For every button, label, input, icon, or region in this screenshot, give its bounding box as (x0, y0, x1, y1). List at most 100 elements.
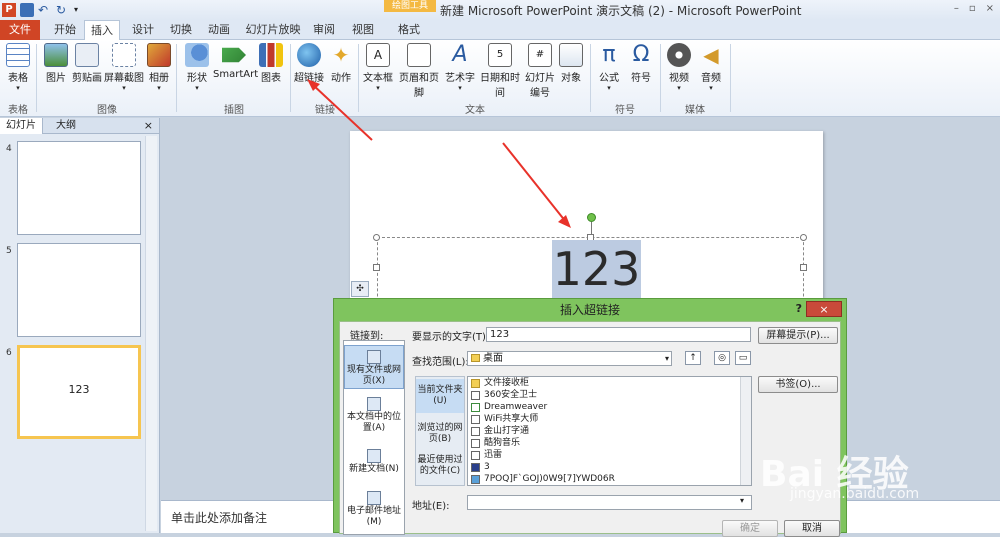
chart-icon (259, 43, 283, 67)
list-item[interactable]: 360安全卫士 (468, 389, 751, 401)
symbol-button[interactable]: Ω 符号 (628, 43, 654, 85)
wordart-button[interactable]: A 艺术字 ▾ (444, 43, 476, 93)
look-in-select[interactable]: 桌面 ▾ (467, 351, 672, 366)
chevron-down-icon[interactable]: ▾ (665, 352, 669, 365)
close-icon[interactable]: × (806, 301, 842, 317)
table-icon (6, 43, 30, 67)
list-item[interactable]: 酷狗音乐 (468, 437, 751, 449)
recent-files-item[interactable]: 最近使用过的文件(C) (416, 453, 464, 485)
undo-icon[interactable]: ↶ (38, 3, 52, 17)
link-to-new-document[interactable]: 新建文档(N) (344, 449, 404, 481)
close-panel-icon[interactable]: × (144, 119, 153, 132)
slide-number-button[interactable]: # 幻灯片编号 (525, 43, 555, 99)
action-button[interactable]: ✦ 动作 (328, 43, 354, 84)
new-document-icon (367, 449, 381, 463)
email-icon (367, 491, 381, 505)
browsed-pages-item[interactable]: 浏览过的网页(B) (416, 419, 464, 447)
help-icon[interactable]: ? (796, 302, 802, 315)
chart-button[interactable]: 图表 (258, 43, 284, 84)
resize-handle[interactable] (373, 264, 380, 271)
screenshot-icon (112, 43, 136, 67)
screenshot-button[interactable]: 屏幕截图 ▾ (104, 43, 144, 92)
list-item[interactable]: 迅雷 (468, 449, 751, 461)
tab-review[interactable]: 审阅 (309, 20, 339, 40)
cancel-button[interactable]: 取消 (784, 520, 840, 537)
tab-transitions[interactable]: 切换 (164, 20, 198, 40)
address-label: 地址(E): (412, 501, 450, 512)
clipart-button[interactable]: 剪贴画 (72, 43, 102, 84)
picture-button[interactable]: 图片 (42, 43, 70, 84)
object-button[interactable]: 对象 (558, 43, 584, 84)
chevron-down-icon[interactable]: ▾ (740, 496, 744, 505)
ribbon-tabs: 文件 开始 插入 设计 切换 动画 幻灯片放映 审阅 视图 格式 (0, 20, 1000, 41)
minimize-icon[interactable]: – (954, 3, 959, 14)
group-label-illustrations: 插图 (224, 105, 244, 116)
photo-album-button[interactable]: 相册 ▾ (146, 43, 172, 92)
tab-slideshow[interactable]: 幻灯片放映 (243, 20, 303, 40)
equation-button[interactable]: π 公式 ▾ (596, 43, 622, 93)
smartart-button[interactable]: SmartArt (213, 43, 258, 80)
file-list-scrollbar[interactable] (740, 377, 751, 485)
redo-icon[interactable]: ↻ (56, 3, 70, 17)
audio-button[interactable]: ◀ 音频 ▾ (698, 43, 724, 92)
panel-scrollbar[interactable] (145, 136, 157, 531)
date-time-button[interactable]: 5 日期和时间 (477, 43, 523, 99)
header-footer-button[interactable]: 页眉和页脚 (396, 43, 442, 99)
save-icon[interactable] (20, 3, 34, 17)
rotation-handle[interactable] (587, 213, 596, 222)
selected-text[interactable]: 123 (552, 240, 641, 298)
customize-qat-icon[interactable]: ▾ (74, 3, 88, 17)
link-to-email[interactable]: 电子邮件地址(M) (344, 491, 404, 531)
table-button[interactable]: 表格 ▾ (4, 43, 32, 92)
list-item[interactable]: 3 (468, 461, 751, 473)
video-button[interactable]: 视频 ▾ (666, 43, 692, 92)
film-reel-icon (667, 43, 691, 67)
baidu-watermark-url: jingyan.baidu.com (790, 486, 920, 502)
list-item[interactable]: 7POQ]F`GOJ)0W9[7]YWD06R (468, 473, 751, 485)
tab-design[interactable]: 设计 (126, 20, 160, 40)
resize-handle[interactable] (373, 234, 380, 241)
browse-web-icon[interactable]: ◎ (714, 351, 730, 365)
resize-handle[interactable] (800, 264, 807, 271)
slide-thumbnail-selected[interactable]: 123 (17, 345, 141, 439)
bookmark-button[interactable]: 书签(O)... (758, 376, 838, 393)
list-item[interactable]: Dreamweaver (468, 401, 751, 413)
slide-thumbnail[interactable] (17, 141, 141, 235)
file-icon (471, 462, 480, 472)
browse-file-icon[interactable]: ▭ (735, 351, 751, 365)
list-item[interactable]: 文件接收柜 (468, 377, 751, 389)
tab-outline[interactable]: 大纲 (50, 118, 82, 134)
tab-view[interactable]: 视图 (348, 20, 378, 40)
group-label-images: 图像 (97, 105, 117, 116)
hyperlink-button[interactable]: 超链接 (294, 43, 324, 84)
slides-panel: 幻灯片 大纲 × 4 5 6 123 (0, 118, 160, 533)
quick-access-toolbar: P ↶ ↻ ▾ (0, 0, 88, 20)
slide-thumbnail[interactable] (17, 243, 141, 337)
restore-icon[interactable]: ▫ (969, 3, 976, 14)
ok-button[interactable]: 确定 (722, 520, 778, 537)
tab-insert[interactable]: 插入 (84, 20, 120, 41)
tab-animations[interactable]: 动画 (202, 20, 236, 40)
screentip-button[interactable]: 屏幕提示(P)... (758, 327, 838, 344)
link-to-place-in-document[interactable]: 本文档中的位置(A) (344, 397, 404, 437)
up-folder-icon[interactable]: ↑ (685, 351, 701, 365)
shapes-button[interactable]: 形状 ▾ (184, 43, 210, 92)
file-icon (471, 402, 480, 412)
autofit-options-icon[interactable]: ✣ (351, 281, 369, 297)
close-window-icon[interactable]: × (986, 3, 994, 14)
action-star-icon: ✦ (332, 43, 350, 67)
slide-number-icon: # (528, 43, 552, 67)
link-to-existing-file[interactable]: 现有文件或网页(X) (344, 345, 404, 389)
tab-home[interactable]: 开始 (48, 20, 82, 40)
address-input[interactable] (467, 495, 752, 510)
text-to-display-input[interactable]: 123 (486, 327, 751, 342)
folder-icon (471, 378, 480, 388)
list-item[interactable]: WiFi共享大师 (468, 413, 751, 425)
resize-handle[interactable] (800, 234, 807, 241)
textbox-button[interactable]: A 文本框 ▾ (362, 43, 394, 92)
current-folder-item[interactable]: 当前文件夹(U) (416, 379, 464, 413)
tab-file[interactable]: 文件 (0, 20, 40, 40)
list-item[interactable]: 金山打字通 (468, 425, 751, 437)
tab-slides[interactable]: 幻灯片 (0, 118, 43, 134)
tab-format[interactable]: 格式 (393, 20, 425, 40)
